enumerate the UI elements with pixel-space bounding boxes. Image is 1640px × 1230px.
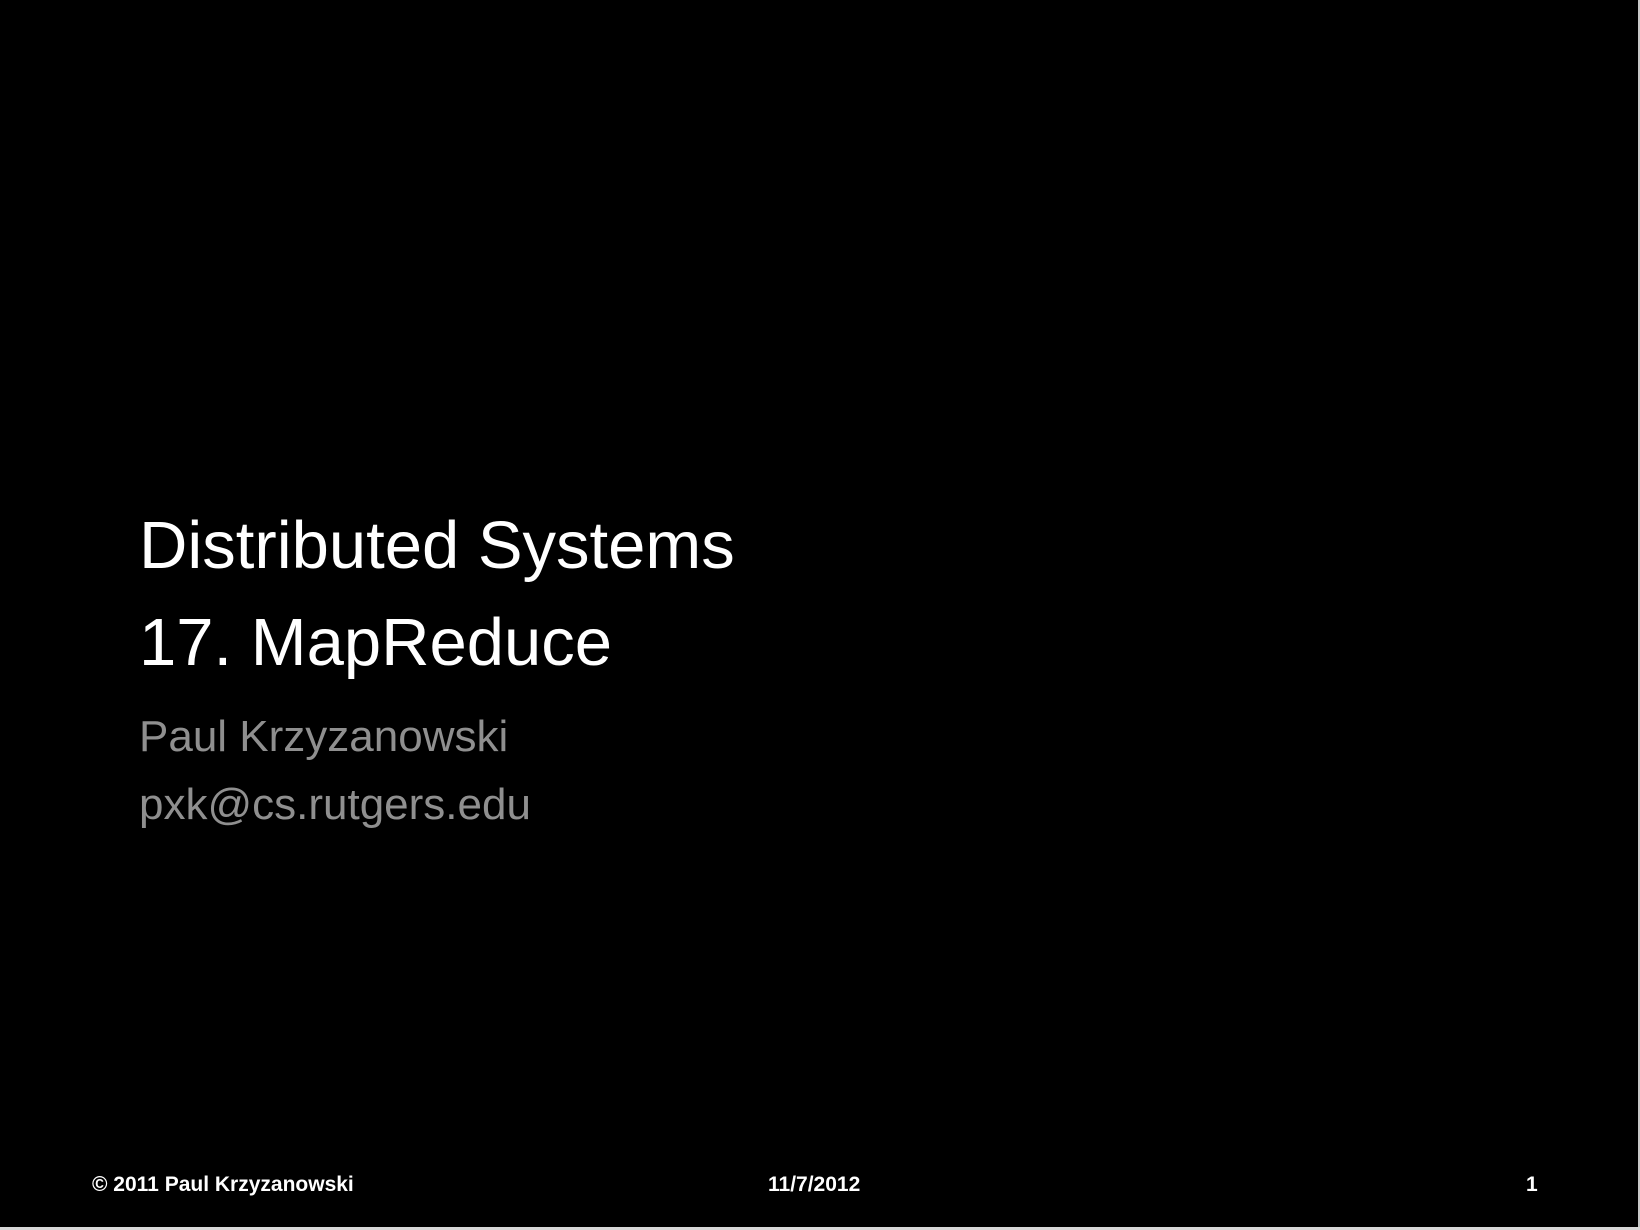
- slide-subtitle: Paul Krzyzanowski pxk@cs.rutgers.edu: [139, 703, 531, 839]
- footer-date: 11/7/2012: [768, 1173, 861, 1196]
- author-name: Paul Krzyzanowski: [139, 712, 509, 761]
- slide-title: Distributed Systems 17. MapReduce: [139, 497, 735, 691]
- course-title: Distributed Systems: [139, 508, 735, 583]
- footer-copyright: © 2011 Paul Krzyzanowski: [92, 1173, 354, 1196]
- presentation-slide: Distributed Systems 17. MapReduce Paul K…: [0, 0, 1638, 1227]
- footer-page-number: 1: [1526, 1173, 1538, 1196]
- lecture-title: 17. MapReduce: [139, 605, 613, 680]
- author-email: pxk@cs.rutgers.edu: [139, 780, 531, 829]
